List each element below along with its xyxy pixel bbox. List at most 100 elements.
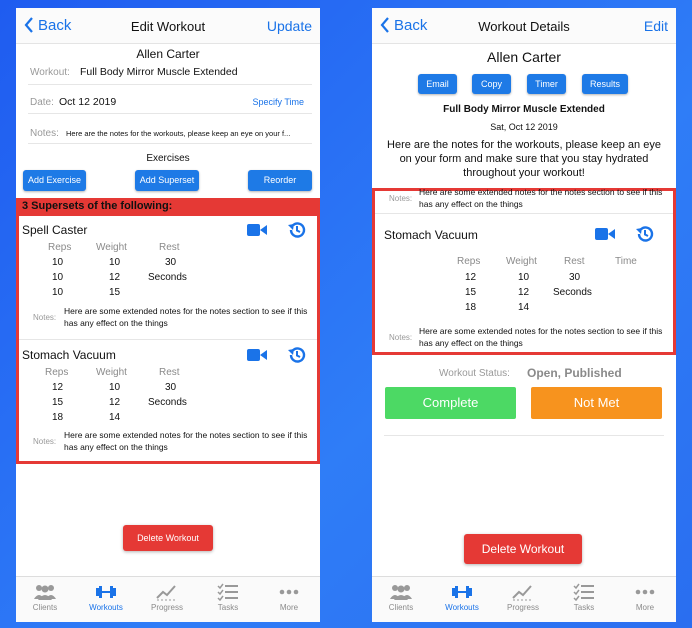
workout-notes: Here are the notes for the workouts, ple… <box>387 139 661 179</box>
divider <box>28 143 312 144</box>
specify-time-link[interactable]: Specify Time <box>252 97 304 107</box>
clients-icon <box>34 585 56 600</box>
client-name: Allen Carter <box>487 49 561 65</box>
navigation-bar: Back Workout Details Edit <box>372 8 676 44</box>
reps-value: 12 <box>52 382 64 393</box>
exercises-heading: Exercises <box>146 153 190 164</box>
weight-value: 12 <box>109 272 121 283</box>
workout-date: Sat, Oct 12 2019 <box>490 122 558 132</box>
complete-button[interactable]: Complete <box>385 387 516 419</box>
time-header: Time <box>615 256 637 267</box>
email-button[interactable]: Email <box>418 74 457 94</box>
exercise-notes: Here are some extended notes for the not… <box>419 326 663 348</box>
more-dots-icon <box>279 589 299 595</box>
weight-value: 15 <box>109 287 121 298</box>
weight-value: 14 <box>109 412 121 423</box>
add-exercise-button[interactable]: Add Exercise <box>23 170 86 191</box>
notes-field[interactable]: Here are the notes for the workouts, ple… <box>66 129 290 138</box>
rest-header: Rest <box>159 242 180 253</box>
weight-value: 12 <box>518 287 530 298</box>
divider <box>375 213 673 214</box>
date-label: Date: <box>30 97 54 108</box>
tab-clients[interactable]: Clients <box>20 583 70 612</box>
tab-workouts[interactable]: Workouts <box>81 583 131 612</box>
edit-button[interactable]: Edit <box>644 18 668 34</box>
tab-bar: Clients Workouts Progress Tasks More <box>372 576 676 622</box>
video-camera-icon[interactable] <box>595 227 615 241</box>
delete-workout-button[interactable]: Delete Workout <box>123 525 213 551</box>
tab-bar: Clients Workouts Progress Tasks More <box>16 576 320 622</box>
delete-workout-button[interactable]: Delete Workout <box>464 534 582 564</box>
status-label: Workout Status: <box>439 368 510 379</box>
tab-label: Progress <box>150 603 183 612</box>
workout-name: Full Body Mirror Muscle Extended <box>443 104 605 115</box>
results-button[interactable]: Results <box>582 74 628 94</box>
exercise-notes: Here are some extended notes for the not… <box>64 430 308 452</box>
not-met-button[interactable]: Not Met <box>531 387 662 419</box>
reorder-button[interactable]: Reorder <box>248 170 312 191</box>
status-value: Open, Published <box>527 366 622 380</box>
reps-value: 10 <box>52 287 64 298</box>
tab-label: Clients <box>388 603 414 612</box>
weight-value: 12 <box>109 397 121 408</box>
tab-more[interactable]: More <box>264 583 314 612</box>
weight-value: 10 <box>109 257 121 268</box>
weight-header: Weight <box>96 242 127 253</box>
weight-value: 10 <box>109 382 121 393</box>
client-name: Allen Carter <box>136 47 200 61</box>
rest-unit: Seconds <box>148 272 187 283</box>
date-field[interactable]: Oct 12 2019 <box>59 96 116 108</box>
update-button[interactable]: Update <box>267 18 312 34</box>
notes-label: Notes: <box>30 128 59 139</box>
weight-header: Weight <box>96 367 127 378</box>
copy-button[interactable]: Copy <box>472 74 511 94</box>
reps-value: 15 <box>52 397 64 408</box>
video-camera-icon[interactable] <box>247 223 267 237</box>
clients-icon <box>390 585 412 600</box>
reps-value: 10 <box>52 272 64 283</box>
reps-value: 15 <box>465 287 477 298</box>
exercise-notes-label: Notes: <box>33 313 57 322</box>
tab-more[interactable]: More <box>620 583 670 612</box>
rest-header: Rest <box>564 256 585 267</box>
navigation-bar: Back Edit Workout Update <box>16 8 320 44</box>
reps-header: Reps <box>45 367 69 378</box>
tasks-list-icon <box>573 583 594 601</box>
tab-label: More <box>635 603 655 612</box>
rest-header: Rest <box>159 367 180 378</box>
exercise-notes-label: Notes: <box>389 333 413 342</box>
history-icon[interactable] <box>287 345 307 365</box>
tab-clients[interactable]: Clients <box>376 583 426 612</box>
tab-tasks[interactable]: Tasks <box>203 583 253 612</box>
tab-workouts[interactable]: Workouts <box>437 583 487 612</box>
weight-header: Weight <box>506 256 537 267</box>
rest-value: 30 <box>165 382 177 393</box>
video-camera-icon[interactable] <box>247 348 267 362</box>
tab-label: Tasks <box>573 603 595 612</box>
exercise-notes-label: Notes: <box>389 194 413 203</box>
history-icon[interactable] <box>635 224 655 244</box>
exercise-notes: Here are some extended notes for the not… <box>64 306 308 328</box>
rest-value: 30 <box>165 257 177 268</box>
superset-header: 3 Supersets of the following: <box>16 198 320 216</box>
weight-value: 14 <box>518 302 530 313</box>
divider <box>384 435 664 436</box>
reps-value: 12 <box>465 272 477 283</box>
history-icon[interactable] <box>287 220 307 240</box>
tab-label: Clients <box>32 603 58 612</box>
workout-details-screen: Back Workout Details Edit Allen Carter E… <box>372 8 676 622</box>
workout-name-field[interactable]: Full Body Mirror Muscle Extended <box>80 66 238 78</box>
superset-group <box>16 198 320 464</box>
timer-button[interactable]: Timer <box>527 74 566 94</box>
dumbbell-icon <box>96 586 116 598</box>
more-dots-icon <box>635 589 655 595</box>
tab-progress[interactable]: Progress <box>498 583 548 612</box>
reps-value: 10 <box>52 257 64 268</box>
tab-progress[interactable]: Progress <box>142 583 192 612</box>
rest-unit: Seconds <box>553 287 592 298</box>
dumbbell-icon <box>452 586 472 598</box>
tab-tasks[interactable]: Tasks <box>559 583 609 612</box>
exercise-name: Stomach Vacuum <box>22 348 116 362</box>
add-superset-button[interactable]: Add Superset <box>135 170 199 191</box>
weight-value: 10 <box>518 272 530 283</box>
